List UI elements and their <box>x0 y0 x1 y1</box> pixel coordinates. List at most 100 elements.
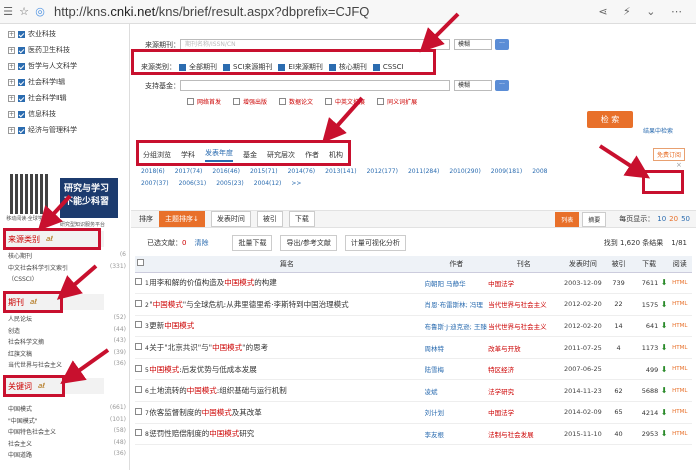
menu-icon[interactable]: ☰ <box>0 5 16 18</box>
checkbox-icon[interactable] <box>135 278 142 286</box>
option-checkbox[interactable]: 中英文扩展 <box>325 97 365 106</box>
tab-6[interactable]: 机构 <box>329 150 343 160</box>
title-keyword[interactable]: 中国模式 <box>209 429 239 438</box>
article-title[interactable]: 依客监督制度的中国模式及其改革 <box>149 401 425 424</box>
checkbox-icon[interactable] <box>233 98 241 105</box>
list-item[interactable]: 人民论坛 (52) <box>8 314 126 326</box>
checkbox-icon[interactable] <box>18 110 25 118</box>
checkbox-icon[interactable] <box>135 429 142 437</box>
checkbox-icon[interactable] <box>278 63 286 71</box>
sort-by-downloads-button[interactable]: 下载 <box>288 211 315 227</box>
article-title[interactable]: "中国模式"与全球危机:从弗里德里希·李斯特到中国治理模式 <box>149 293 425 316</box>
category-checkbox[interactable]: CSSCI <box>372 62 404 72</box>
html-read-link[interactable]: HTML <box>667 315 692 338</box>
cited-count[interactable]: 739 <box>606 272 631 295</box>
checkbox-icon[interactable] <box>18 30 25 38</box>
section-header-keyword[interactable]: 关键词 aℓ <box>4 378 104 394</box>
search-button[interactable]: 检 索 <box>587 111 633 128</box>
visualization-button[interactable]: 计量可视化分析 <box>344 235 406 251</box>
year-link[interactable]: 2007(37) <box>141 180 169 187</box>
download-icon[interactable]: ⬇ <box>658 321 668 330</box>
option-checkbox[interactable]: 网络首发 <box>187 97 221 106</box>
title-keyword[interactable]: 中国模式 <box>187 386 217 395</box>
section-header-journal[interactable]: 期刊 aℓ <box>4 294 104 310</box>
title-suffix[interactable]: :组织基础与运行机制 <box>217 386 287 395</box>
source-link[interactable]: 中国法学 <box>488 401 560 424</box>
more-options-button[interactable]: ··· <box>495 39 509 50</box>
row-select[interactable]: 8 <box>135 423 150 446</box>
list-item[interactable]: 红旗文稿 (39) <box>8 349 126 361</box>
list-item[interactable]: （CSSCI） <box>8 274 126 286</box>
title-suffix[interactable]: 研究 <box>239 429 254 438</box>
column-header[interactable]: 篇名 <box>149 256 425 273</box>
list-item[interactable]: 创造 (44) <box>8 326 126 338</box>
author-link[interactable]: 刘计划 <box>424 401 489 424</box>
checkbox-icon[interactable] <box>377 98 385 105</box>
article-title[interactable]: 更新中国模式 <box>149 315 425 338</box>
author-link[interactable]: 肖恩·布雷斯林; 冯理 <box>424 293 489 316</box>
year-link[interactable]: 2010(290) <box>449 168 480 175</box>
title-keyword[interactable]: 中国模式 <box>202 408 232 417</box>
page-size-20[interactable]: 20 <box>669 215 678 223</box>
year-link[interactable]: 2016(46) <box>212 168 240 175</box>
option-checkbox[interactable]: 增强出版 <box>233 97 267 106</box>
checkbox-icon[interactable] <box>325 98 333 105</box>
free-subscribe-button[interactable]: 免费订阅 <box>653 148 686 161</box>
title-suffix[interactable]: "与全球危机:从弗里德里希·李斯特到中国治理模式 <box>183 300 349 309</box>
html-read-link[interactable]: HTML <box>667 379 692 403</box>
checkbox-icon[interactable] <box>279 98 287 105</box>
fund-match-select[interactable]: 模糊 <box>454 80 492 91</box>
download-cell[interactable]: 7611 ⬇ <box>630 272 668 295</box>
expand-icon[interactable]: + <box>8 30 15 38</box>
title-prefix[interactable]: 惩罚性赔偿制度的 <box>149 429 209 438</box>
list-view-button[interactable]: 列表 <box>555 211 580 227</box>
close-icon[interactable]: × <box>676 161 682 169</box>
article-title[interactable]: 关于"北京共识"与"中国模式"的思考 <box>149 336 425 359</box>
list-item[interactable]: 中文社会科学引文索引 (331) <box>8 263 126 275</box>
category-checkbox[interactable]: 全部期刊 <box>179 62 217 72</box>
download-count[interactable]: 7611 <box>642 279 659 287</box>
expand-icon[interactable]: + <box>8 78 15 86</box>
source-journal-input[interactable]: 期刊名称/ISSN/CN <box>180 39 450 50</box>
download-cell[interactable]: 2953 ⬇ <box>630 423 668 446</box>
tab-5[interactable]: 作者 <box>305 150 319 160</box>
cited-count[interactable]: 65 <box>606 401 631 424</box>
checkbox-icon[interactable] <box>18 78 25 86</box>
download-count[interactable]: 1575 <box>642 301 659 309</box>
export-button[interactable]: 导出/参考文献 <box>280 235 337 251</box>
download-count[interactable]: 1173 <box>642 344 659 352</box>
list-item[interactable]: "中国模式" (101) <box>8 416 126 428</box>
batch-download-button[interactable]: 批量下载 <box>232 235 273 251</box>
download-count[interactable]: 5688 <box>642 387 659 395</box>
source-link[interactable]: 当代世界与社会主义 <box>488 293 560 316</box>
year-link[interactable]: 2011(284) <box>408 168 439 175</box>
fund-input[interactable] <box>180 80 450 91</box>
checkbox-icon[interactable] <box>18 46 25 54</box>
category-item[interactable]: + 社会科学Ⅱ辑 <box>0 90 129 106</box>
title-prefix[interactable]: 更新 <box>149 321 164 330</box>
row-select[interactable]: 4 <box>135 336 150 359</box>
category-checkbox[interactable]: SCI来源期刊 <box>223 62 272 72</box>
browser-actions[interactable]: ⋖ ⚡ ⌄ ⋯ <box>598 5 688 18</box>
title-suffix[interactable]: "的思考 <box>242 343 268 352</box>
clear-link[interactable]: 清除 <box>194 238 208 248</box>
title-prefix[interactable]: 用李和解的价值构造及 <box>149 278 224 287</box>
column-header[interactable]: 下载 <box>630 256 668 273</box>
match-select[interactable]: 模糊 <box>454 39 492 50</box>
page-size-50[interactable]: 50 <box>681 215 690 223</box>
column-header[interactable]: 发表时间 <box>559 256 607 273</box>
list-item[interactable]: 中国模式 (661) <box>8 404 126 416</box>
title-prefix[interactable]: 土地流转的 <box>149 386 187 395</box>
row-select[interactable]: 6 <box>135 379 150 403</box>
bookmark-star-icon[interactable]: ☆ <box>16 5 32 18</box>
year-link[interactable]: 2017(74) <box>175 168 203 175</box>
category-item[interactable]: + 信息科技 <box>0 106 129 122</box>
checkbox-icon[interactable] <box>223 63 230 71</box>
year-link[interactable]: 2009(181) <box>491 168 522 175</box>
author-link[interactable]: 布鲁斯·J·迪克逊; 王臻 <box>424 315 489 338</box>
download-icon[interactable]: ⬇ <box>658 365 668 374</box>
year-link[interactable]: 2005(23) <box>216 180 244 187</box>
download-cell[interactable]: 1575 ⬇ <box>630 293 668 316</box>
checkbox-icon[interactable] <box>135 407 142 415</box>
abstract-view-button[interactable]: 摘要 <box>582 211 607 227</box>
